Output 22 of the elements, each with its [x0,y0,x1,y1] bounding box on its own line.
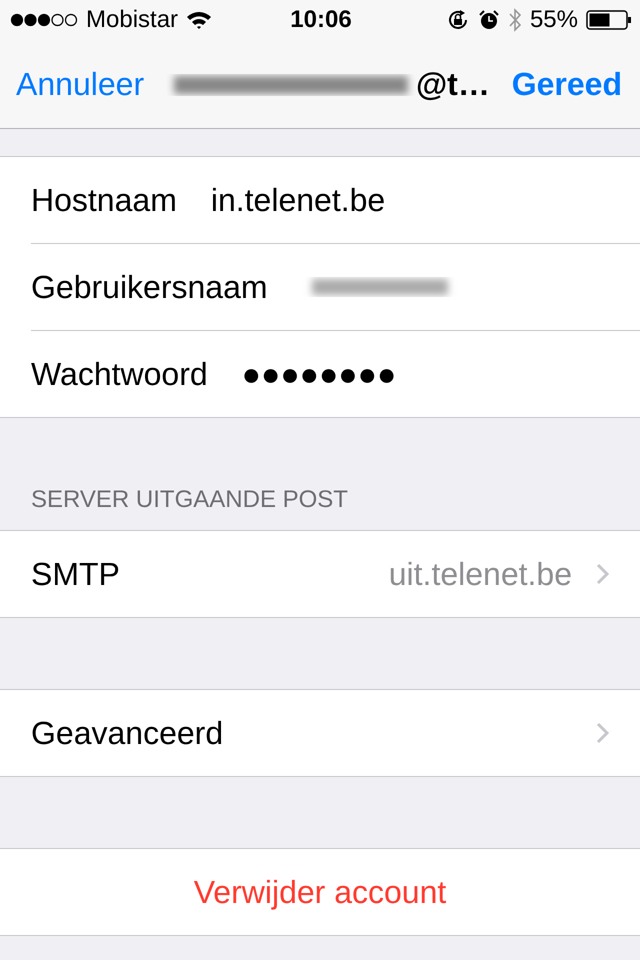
done-button[interactable]: Gereed [512,66,622,102]
battery-percent: 55% [530,6,578,34]
signal-icon [10,12,78,28]
row-value: uit.telenet.be [388,556,572,592]
alarm-icon [478,9,500,31]
input-field[interactable]: ●●●●●●●● [242,356,396,392]
window-title: @t… [416,66,490,102]
section-header: SERVER UITGAANDE POST [31,486,348,514]
carrier-name: Mobistar [86,6,178,34]
wifi-icon [186,10,212,30]
field-label: Gebruikersnaam [31,268,268,306]
input-field[interactable]: in.telenet.be [210,182,386,218]
battery-icon [586,10,632,30]
chevron-icon [596,722,610,744]
status-time: 10:06 [290,6,352,34]
row-label: Geavanceerd [31,714,224,752]
field-label: Wachtwoord [31,356,208,392]
cancel-button[interactable]: Annuleer [16,66,144,102]
row-label: SMTP [31,556,120,592]
field-label: Hostnaam [31,182,177,218]
chevron-icon [596,563,610,585]
bluetooth-icon [508,7,522,33]
